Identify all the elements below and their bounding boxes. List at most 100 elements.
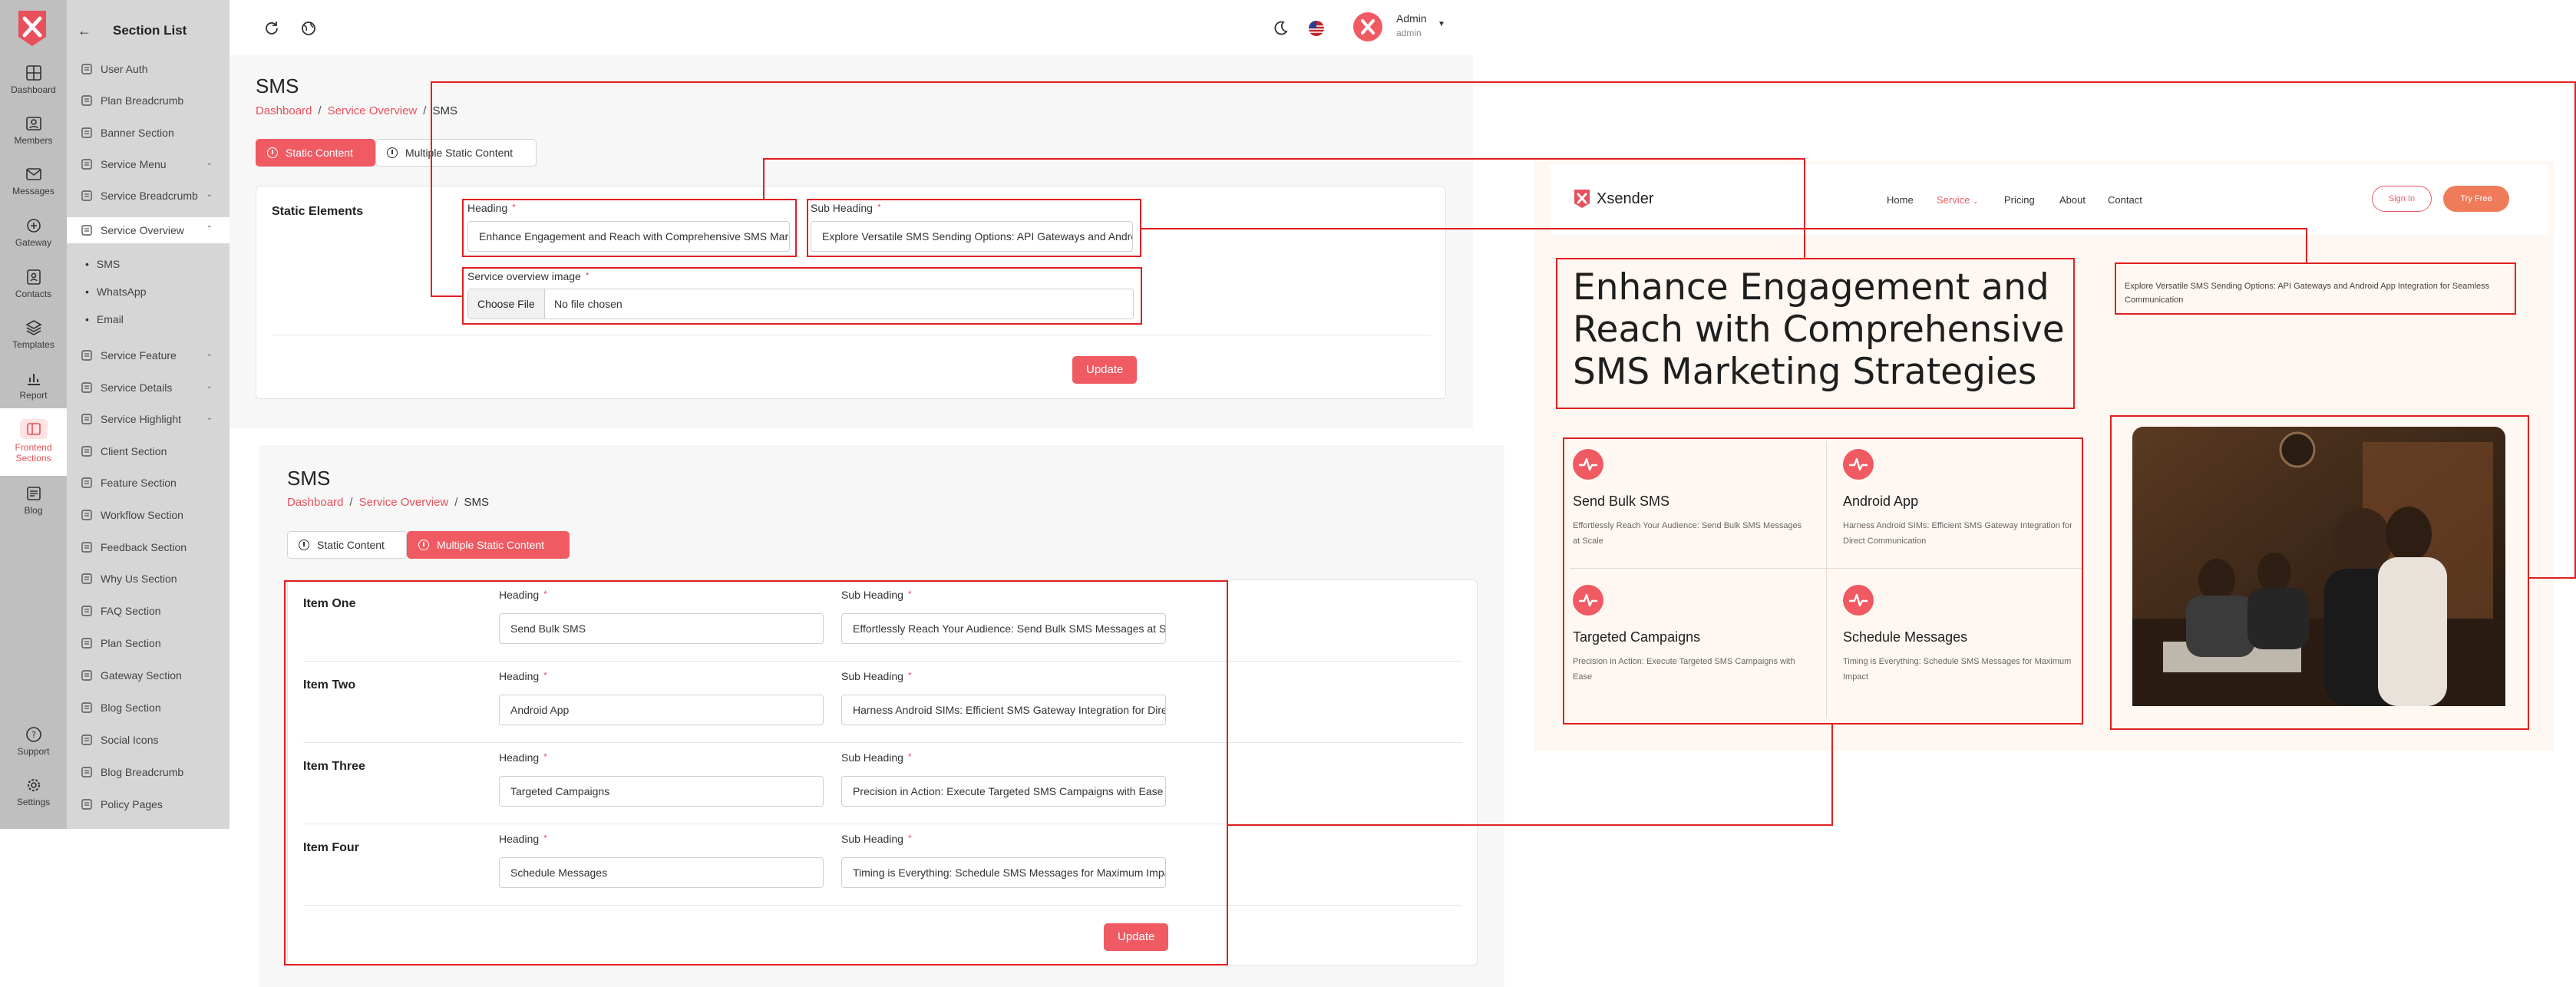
- avatar[interactable]: [1353, 12, 1382, 41]
- subheading-input[interactable]: Precision in Action: Execute Targeted SM…: [841, 776, 1166, 807]
- subheading-input[interactable]: Timing is Everything: Schedule SMS Messa…: [841, 857, 1166, 888]
- section-item[interactable]: Policy Pages: [67, 791, 230, 817]
- rail-item-frontend-sections[interactable]: Frontend Sections: [0, 408, 67, 476]
- preview-feature-title: Schedule Messages: [1843, 629, 1968, 645]
- section-item[interactable]: Feature Section: [67, 470, 230, 496]
- tab-multiple-static-content[interactable]: Multiple Static Content: [375, 139, 537, 167]
- report-icon: [27, 374, 40, 385]
- preview-nav-service[interactable]: Service ⌄: [1937, 194, 1979, 206]
- section-item[interactable]: Service Details ⌄: [67, 375, 230, 401]
- section-item-label: Plan Breadcrumb: [101, 94, 184, 107]
- preview-feature-desc: Harness Android SIMs: Efficient SMS Gate…: [1843, 521, 2072, 546]
- preview-sign-in-button[interactable]: Sign In: [2372, 186, 2432, 212]
- section-item[interactable]: User Auth: [67, 56, 230, 82]
- rail-item-settings[interactable]: Settings: [0, 777, 67, 807]
- subheading-input[interactable]: Explore Versatile SMS Sending Options: A…: [811, 221, 1133, 252]
- divider: [303, 905, 1462, 906]
- update-button[interactable]: Update: [1072, 356, 1138, 384]
- section-sub-item[interactable]: Email: [85, 313, 124, 325]
- rail-item-blog[interactable]: Blog: [0, 485, 67, 516]
- info-icon: [267, 147, 278, 158]
- section-item[interactable]: Client Section: [67, 438, 230, 464]
- chevron-down-icon[interactable]: ⌄: [206, 190, 213, 199]
- rail-item-contacts[interactable]: Contacts: [0, 269, 67, 299]
- section-item[interactable]: Gateway Section: [67, 662, 230, 688]
- section-item[interactable]: Feedback Section: [67, 534, 230, 560]
- section-item-label: Feedback Section: [101, 541, 187, 553]
- rail-label: Contacts: [15, 289, 52, 299]
- tab-static-content[interactable]: Static Content: [287, 531, 407, 559]
- section-item[interactable]: Blog Section: [67, 695, 230, 721]
- section-item[interactable]: Service Overview ⌃: [67, 217, 230, 243]
- section-item-icon: [81, 766, 93, 778]
- preview-nav-home[interactable]: Home: [1887, 194, 1914, 206]
- section-sub-item[interactable]: WhatsApp: [85, 286, 147, 298]
- heading-input[interactable]: Schedule Messages: [499, 857, 824, 888]
- breadcrumb-dashboard[interactable]: Dashboard: [287, 496, 343, 509]
- service-overview-image-input[interactable]: Choose File No file chosen: [467, 289, 1134, 319]
- rail-item-report[interactable]: Report: [0, 370, 67, 401]
- rail-item-members[interactable]: Members: [0, 115, 67, 146]
- subheading-input[interactable]: Effortlessly Reach Your Audience: Send B…: [841, 613, 1166, 644]
- pulse-icon: [1843, 585, 1874, 616]
- section-item-label: Client Section: [101, 445, 167, 457]
- breadcrumb-dashboard[interactable]: Dashboard: [256, 104, 312, 117]
- heading-input[interactable]: Targeted Campaigns: [499, 776, 824, 807]
- members-icon: [25, 117, 41, 130]
- section-item[interactable]: FAQ Section: [67, 598, 230, 624]
- tab-static-content[interactable]: Static Content: [256, 139, 375, 167]
- preview-subheading: Explore Versatile SMS Sending Options: A…: [2125, 282, 2490, 305]
- rail-item-messages[interactable]: Messages: [0, 166, 67, 196]
- section-item[interactable]: Service Menu ⌄: [67, 151, 230, 177]
- section-item[interactable]: Service Breadcrumb ⌄: [67, 183, 230, 209]
- preview-nav-about[interactable]: About: [2059, 194, 2086, 206]
- globe-icon[interactable]: [300, 20, 317, 37]
- section-item[interactable]: Service Highlight ⌄: [67, 406, 230, 432]
- dark-mode-icon[interactable]: [1272, 20, 1289, 37]
- us-flag-icon[interactable]: [1308, 20, 1325, 37]
- heading-input[interactable]: Enhance Engagement and Reach with Compre…: [467, 221, 790, 252]
- breadcrumb-service-overview[interactable]: Service Overview: [328, 104, 418, 117]
- heading-label: Heading *: [499, 670, 547, 682]
- chevron-down-icon[interactable]: ⌄: [206, 414, 213, 422]
- chevron-down-icon[interactable]: ⌄: [206, 382, 213, 391]
- chevron-down-icon[interactable]: ⌄: [206, 159, 213, 167]
- breadcrumb-service-overview[interactable]: Service Overview: [359, 496, 449, 509]
- subheading-input[interactable]: Harness Android SIMs: Efficient SMS Gate…: [841, 695, 1166, 725]
- section-item[interactable]: Why Us Section: [67, 566, 230, 592]
- rail-item-dashboard[interactable]: Dashboard: [0, 64, 67, 95]
- preview-try-free-button[interactable]: Try Free: [2443, 186, 2509, 212]
- section-item[interactable]: Workflow Section: [67, 502, 230, 528]
- chevron-down-icon[interactable]: ⌄: [206, 350, 213, 358]
- choose-file-button[interactable]: Choose File: [468, 289, 545, 319]
- preview-nav-pricing[interactable]: Pricing: [2004, 194, 2035, 206]
- back-arrow-icon[interactable]: ←: [78, 23, 91, 39]
- tab-label: Static Content: [317, 539, 385, 551]
- heading-input[interactable]: Android App: [499, 695, 824, 725]
- refresh-icon[interactable]: [263, 20, 280, 37]
- update-button[interactable]: Update: [1104, 923, 1169, 951]
- rail-item-templates[interactable]: Templates: [0, 319, 67, 350]
- section-sub-item[interactable]: SMS: [85, 258, 120, 270]
- chevron-down-icon[interactable]: ▼: [1438, 20, 1445, 28]
- section-item[interactable]: Plan Breadcrumb: [67, 87, 230, 114]
- preview-feature-title: Android App: [1843, 494, 1919, 509]
- preview-feature-desc: Precision in Action: Execute Targeted SM…: [1573, 657, 1795, 682]
- section-item[interactable]: Social Icons: [67, 727, 230, 753]
- section-item[interactable]: Plan Section: [67, 630, 230, 656]
- frontend-sections-icon: [19, 419, 48, 439]
- pulse-icon: [1573, 449, 1603, 480]
- section-item[interactable]: Blog Breadcrumb: [67, 759, 230, 785]
- rail-item-support[interactable]: ? Support: [0, 726, 67, 757]
- section-item-label: Feature Section: [101, 477, 177, 489]
- section-item[interactable]: Banner Section: [67, 120, 230, 146]
- section-item[interactable]: Service Feature ⌄: [67, 342, 230, 368]
- rail-item-gateway[interactable]: Gateway: [0, 217, 67, 248]
- rail-label: Dashboard: [11, 84, 56, 95]
- preview-nav-contact[interactable]: Contact: [2108, 194, 2142, 206]
- chevron-up-icon[interactable]: ⌃: [206, 225, 213, 233]
- heading-input[interactable]: Send Bulk SMS: [499, 613, 824, 644]
- tab-multiple-static-content[interactable]: Multiple Static Content: [407, 531, 570, 559]
- tab-label: Multiple Static Content: [437, 539, 545, 551]
- page-title: SMS: [287, 467, 331, 490]
